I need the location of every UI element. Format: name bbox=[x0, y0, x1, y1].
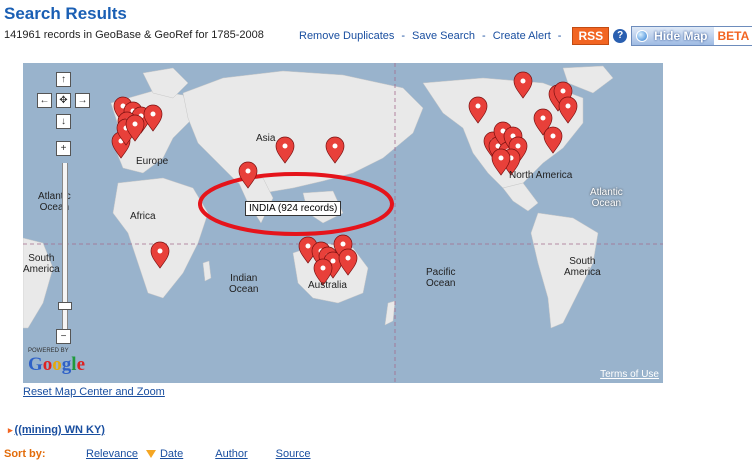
results-summary: 141961 records in GeoBase & GeoRef for 1… bbox=[4, 29, 264, 41]
map-marker-dot bbox=[520, 78, 526, 84]
map-label-pacific-ocean: Pacific Ocean bbox=[426, 267, 456, 289]
results-map[interactable]: Asia Europe Africa Atlantic Ocean South … bbox=[23, 63, 663, 383]
pan-left-button[interactable]: ← bbox=[37, 93, 52, 108]
zoom-slider-handle[interactable] bbox=[58, 302, 72, 310]
map-marker-dot bbox=[345, 255, 351, 261]
help-icon[interactable]: ? bbox=[613, 29, 628, 43]
remove-duplicates-link[interactable]: Remove Duplicates bbox=[299, 30, 394, 42]
pan-down-button[interactable]: ↓ bbox=[56, 114, 71, 129]
map-marker-dot bbox=[332, 143, 338, 149]
hide-map-button[interactable]: Hide Map BETA bbox=[631, 26, 752, 46]
zoom-out-button[interactable]: − bbox=[56, 329, 71, 344]
sort-bar: Sort by: Relevance Date Author Source bbox=[4, 448, 311, 460]
toolbar-separator: - bbox=[482, 30, 486, 42]
sort-source-link[interactable]: Source bbox=[276, 448, 311, 460]
rss-button[interactable]: RSS bbox=[572, 27, 610, 45]
map-marker-dot bbox=[550, 133, 556, 139]
results-toolbar: Remove Duplicates - Save Search - Create… bbox=[299, 26, 752, 46]
reset-map-link[interactable]: Reset Map Center and Zoom bbox=[23, 386, 165, 398]
page-title: Search Results bbox=[4, 4, 127, 23]
pan-right-button[interactable]: → bbox=[75, 93, 90, 108]
map-marker-dot bbox=[560, 88, 566, 94]
arrow-icon: ▸ bbox=[8, 424, 13, 435]
sort-label: Sort by: bbox=[4, 448, 46, 460]
map-label-asia: Asia bbox=[256, 133, 276, 144]
create-alert-link[interactable]: Create Alert bbox=[493, 30, 551, 42]
map-marker-dot bbox=[515, 143, 521, 149]
pan-center-button[interactable]: ✥ bbox=[56, 93, 71, 108]
sort-relevance-link[interactable]: Relevance bbox=[86, 448, 138, 460]
map-label-north-america: North America bbox=[509, 170, 573, 181]
beta-badge: BETA bbox=[713, 27, 752, 45]
map-label-europe: Europe bbox=[136, 156, 169, 167]
map-marker-dot bbox=[330, 258, 336, 264]
marker-tooltip: INDIA (924 records) bbox=[245, 201, 342, 216]
sort-direction-icon bbox=[145, 450, 156, 458]
map-marker-dot bbox=[282, 143, 288, 149]
map-marker-dot bbox=[475, 103, 481, 109]
map-label-south-america-right: South America bbox=[564, 256, 601, 278]
map-label-atlantic-right: Atlantic Ocean bbox=[590, 187, 623, 209]
toolbar-separator: - bbox=[401, 30, 406, 42]
map-label-africa: Africa bbox=[130, 211, 156, 222]
zoom-in-button[interactable]: + bbox=[56, 141, 71, 156]
hide-map-label: Hide Map bbox=[654, 29, 708, 43]
globe-icon bbox=[636, 30, 649, 42]
save-search-link[interactable]: Save Search bbox=[412, 30, 475, 42]
map-marker-dot bbox=[540, 115, 546, 121]
search-query: ▸ ((mining) WN KY) bbox=[8, 424, 105, 436]
query-link[interactable]: ((mining) WN KY) bbox=[15, 424, 105, 436]
map-marker-dot bbox=[150, 111, 156, 117]
map-marker-dot bbox=[157, 248, 163, 254]
map-label-indian-ocean: Indian Ocean bbox=[229, 273, 259, 295]
google-wordmark: Google bbox=[28, 354, 85, 375]
pan-up-button[interactable]: ↑ bbox=[56, 72, 71, 87]
terms-of-use-link[interactable]: Terms of Use bbox=[600, 369, 659, 380]
map-marker-dot bbox=[340, 241, 346, 247]
sort-author-link[interactable]: Author bbox=[215, 448, 247, 460]
map-marker-dot bbox=[320, 265, 326, 271]
map-marker-dot bbox=[245, 168, 251, 174]
map-nav-control: ↑ ← ✥ → ↓ + − bbox=[27, 67, 95, 357]
world-map-canvas bbox=[23, 63, 663, 383]
map-marker-dot bbox=[498, 155, 504, 161]
map-marker-dot bbox=[132, 121, 138, 127]
map-label-australia: Australia bbox=[308, 280, 347, 291]
map-marker-dot bbox=[565, 103, 571, 109]
map-marker-dot bbox=[305, 243, 311, 249]
toolbar-separator: - bbox=[557, 30, 562, 42]
sort-date-link[interactable]: Date bbox=[160, 448, 183, 460]
google-logo[interactable]: POWERED BY Google bbox=[28, 348, 85, 376]
